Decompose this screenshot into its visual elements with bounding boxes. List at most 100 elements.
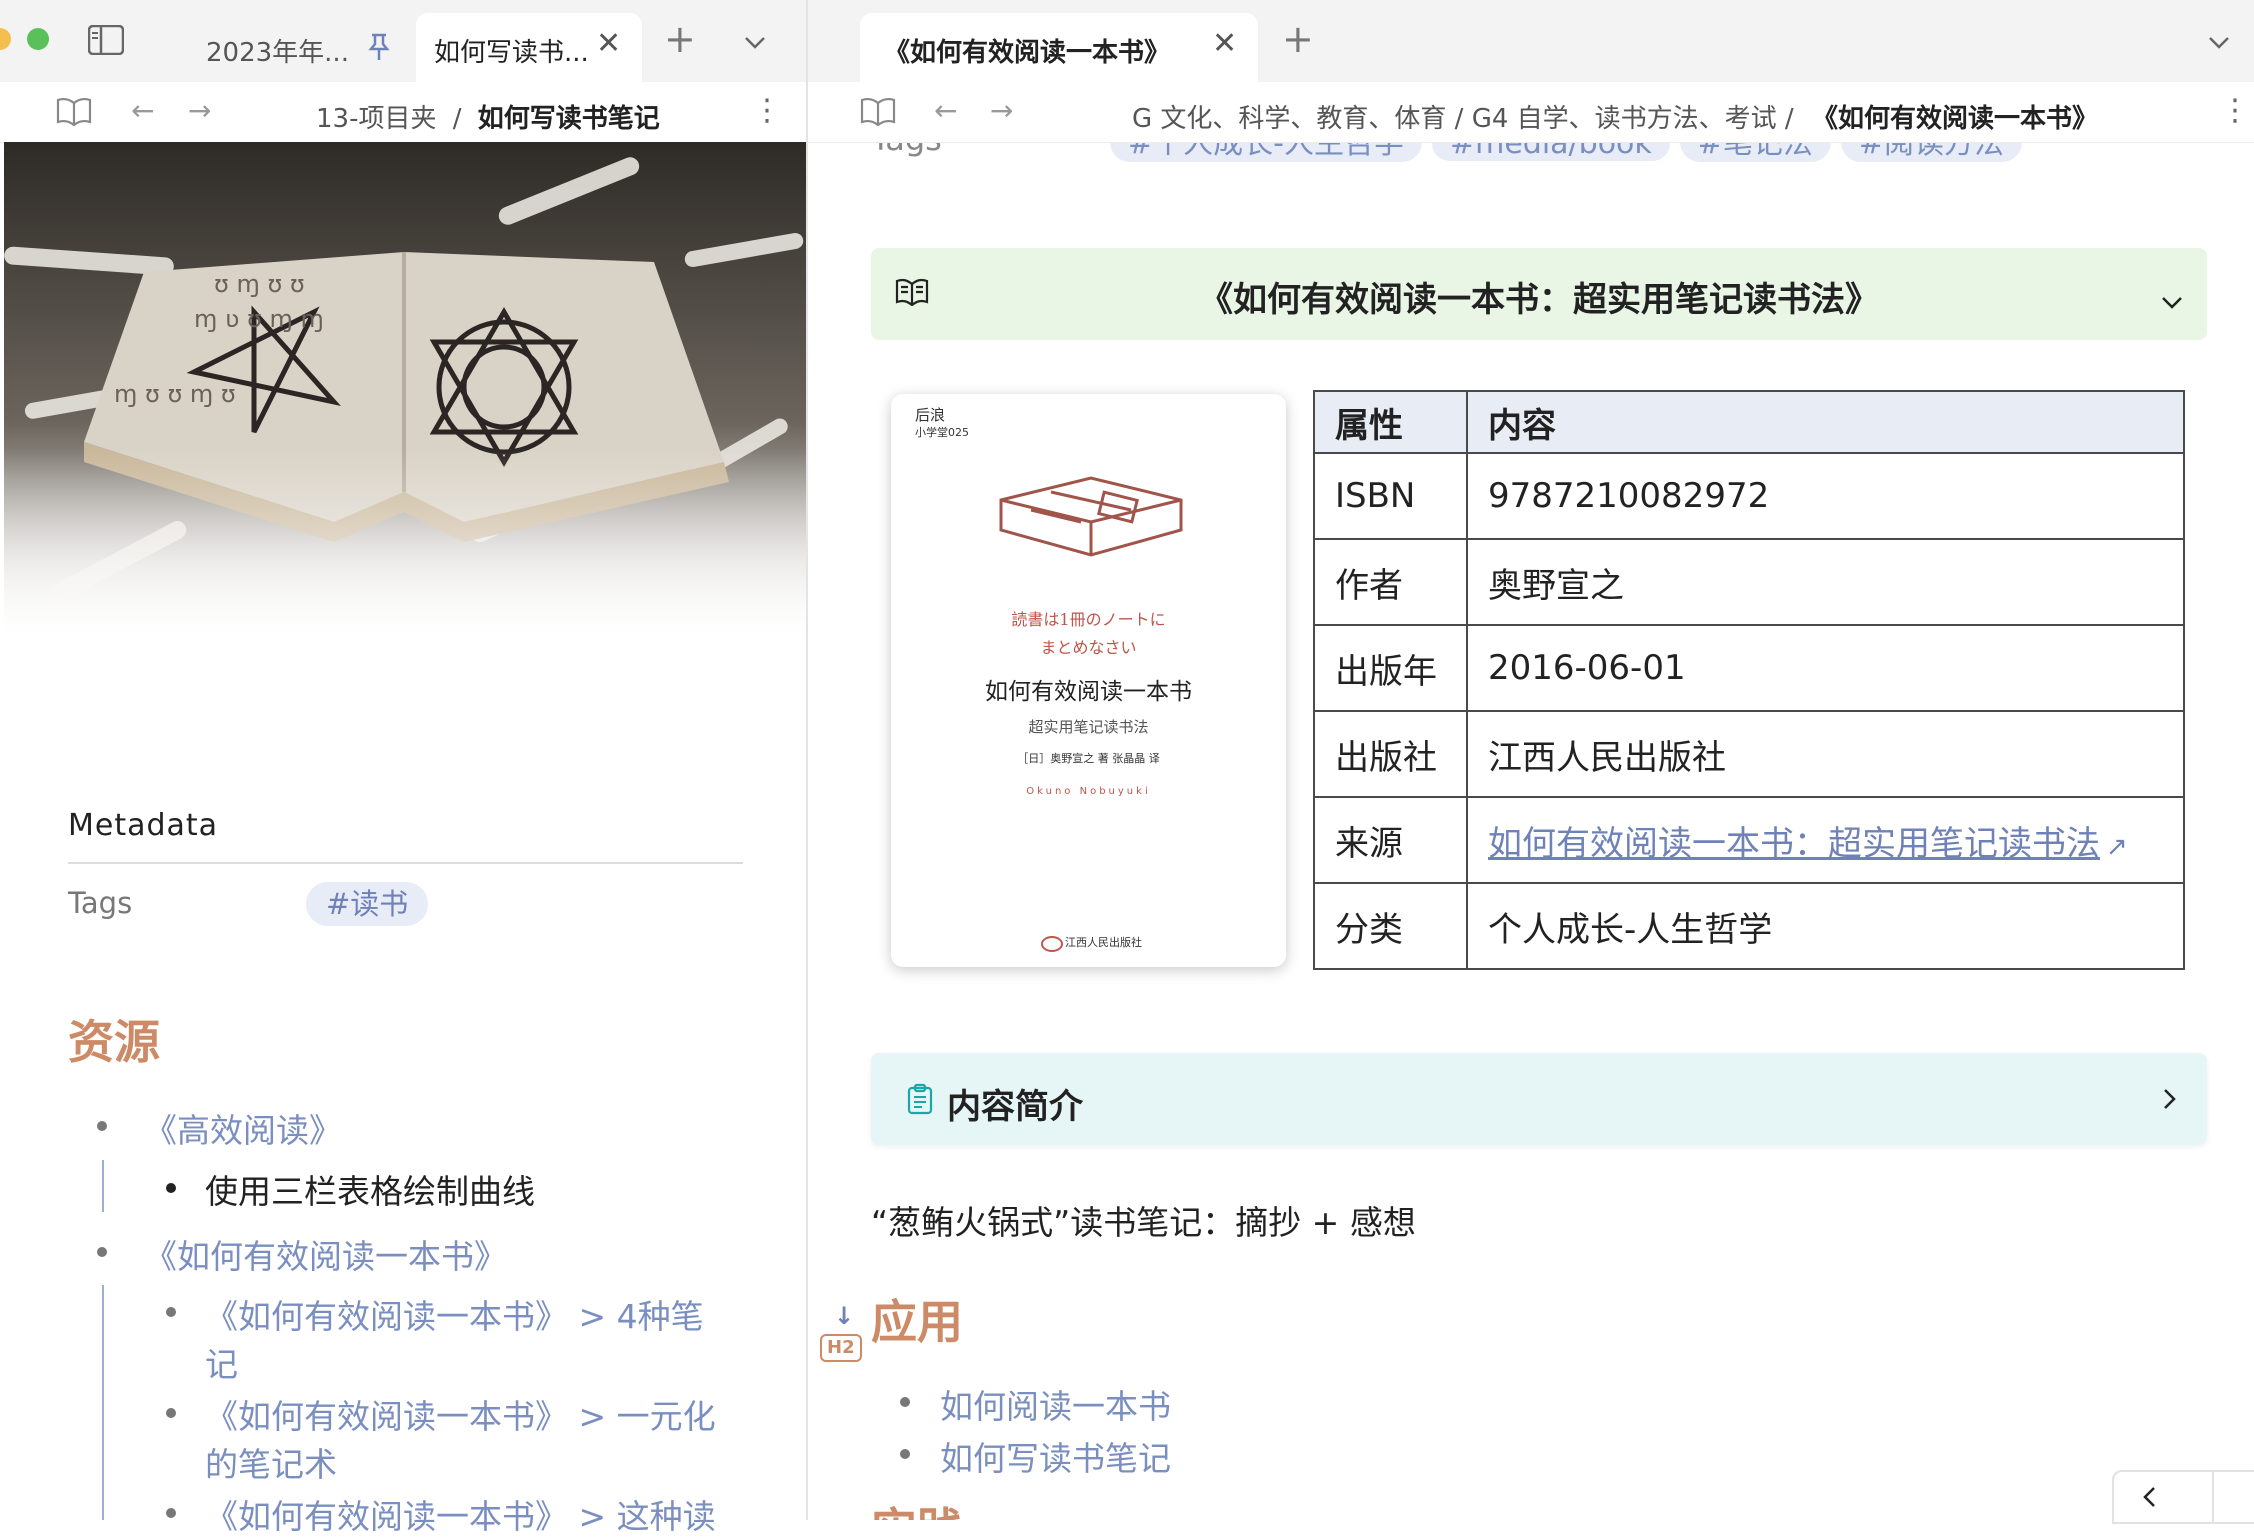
heading-collapse-arrow-icon[interactable]: ↓ <box>834 1302 854 1330</box>
table-cell-key: 出版年 <box>1313 624 1468 712</box>
list-bullet <box>166 1307 176 1317</box>
back-arrow-icon[interactable]: ← <box>934 96 957 126</box>
table-cell-value: 如何有效阅读一本书：超实用笔记读书法 ↗ <box>1466 796 2185 884</box>
breadcrumb-current[interactable]: 如何写读书笔记 <box>478 104 660 134</box>
more-options-icon[interactable]: ⋮ <box>752 96 782 126</box>
next-section-heading: 实践 <box>871 1500 963 1520</box>
list-bullet <box>166 1183 176 1193</box>
breadcrumb[interactable]: G 文化、科学、教育、体育 / G4 自学、读书方法、考试 / 《如何有效阅读一… <box>1132 98 2098 135</box>
body-paragraph: “葱鲔火锅式”读书笔记：摘抄 + 感想 <box>871 1203 1416 1242</box>
tag-pill[interactable]: #读书 <box>306 882 429 926</box>
chevron-down-icon[interactable] <box>744 26 766 56</box>
chevron-down-icon[interactable] <box>2161 286 2183 316</box>
section-heading: 应用 <box>871 1295 963 1349</box>
table-header-row: 属性 内容 <box>1313 390 2185 454</box>
close-icon[interactable]: ✕ <box>1212 29 1237 59</box>
list-item-link[interactable]: 《如何有效阅读一本书》 > 4种笔 <box>205 1290 704 1338</box>
indent-guide <box>102 1285 104 1520</box>
table-cell-value: 江西人民出版社 <box>1466 710 2185 798</box>
chevron-right-icon[interactable] <box>2163 1086 2177 1116</box>
tab-book[interactable]: 《如何有效阅读一本书》 ✕ <box>860 13 1258 82</box>
forward-arrow-icon[interactable]: → <box>990 96 1013 126</box>
forward-arrow-icon[interactable]: → <box>188 96 211 126</box>
table-cell-key: 分类 <box>1313 882 1468 970</box>
cover-authors: ［日］奥野宣之 著 张晶晶 译 <box>1017 752 1160 765</box>
breadcrumb-path[interactable]: G 文化、科学、教育、体育 / G4 自学、读书方法、考试 / <box>1132 104 1794 134</box>
book-callout-header[interactable]: 《如何有效阅读一本书：超实用笔记读书法》 <box>871 248 2207 340</box>
list-bullet <box>97 1247 107 1257</box>
source-link[interactable]: 如何有效阅读一本书：超实用笔记读书法 <box>1488 824 2100 864</box>
list-item-link[interactable]: 《如何有效阅读一本书》 <box>144 1230 507 1278</box>
close-icon[interactable]: ✕ <box>596 29 621 59</box>
table-cell-value: 奥野宣之 <box>1466 538 2185 626</box>
page-nav-widget[interactable] <box>2112 1470 2254 1524</box>
indent-guide <box>102 1160 104 1212</box>
table-row: ISBN 9787210082972 <box>1313 452 2185 540</box>
table-cell-value: 个人成长-人生哲学 <box>1466 882 2185 970</box>
cover-jp-line1: 読書は1冊のノートに <box>1011 610 1166 629</box>
tags-label: Tags <box>68 886 133 920</box>
clipboard-icon <box>907 1083 933 1121</box>
tab-label: 《如何有效阅读一本书》 <box>884 38 1171 68</box>
new-tab-icon[interactable]: + <box>1282 20 1314 58</box>
table-cell-key: 来源 <box>1313 796 1468 884</box>
breadcrumb[interactable]: 13-项目夹 / 如何写读书笔记 <box>316 98 660 135</box>
back-arrow-icon[interactable]: ← <box>131 96 154 126</box>
list-item-link[interactable]: 记 <box>205 1338 238 1386</box>
publisher-logo-icon <box>1041 936 1063 952</box>
table-header-cell: 属性 <box>1313 390 1468 454</box>
table-row: 来源 如何有效阅读一本书：超实用笔记读书法 ↗ <box>1313 796 2185 884</box>
old-book-icon <box>999 476 1183 557</box>
section-heading: 资源 <box>68 1015 160 1069</box>
cover-title: 如何有效阅读一本书 <box>985 679 1192 705</box>
properties-table: 属性 内容 ISBN 9787210082972 作者 奥野宣之 出版年 201… <box>1313 390 2185 970</box>
chevron-down-icon[interactable] <box>2208 26 2230 56</box>
list-item-link[interactable]: 的笔记术 <box>205 1438 337 1486</box>
cover-romaji: Okuno Nobuyuki <box>1026 786 1151 797</box>
summary-callout-header[interactable]: 内容简介 <box>871 1053 2207 1145</box>
tab-how-to-write-notes[interactable]: 如何写读书... ✕ <box>416 13 642 82</box>
breadcrumb-current[interactable]: 《如何有效阅读一本书》 <box>1812 104 2098 134</box>
list-item-link[interactable]: 《如何有效阅读一本书》 > 一元化 <box>205 1390 716 1438</box>
more-options-icon[interactable]: ⋮ <box>2220 96 2250 126</box>
reading-mode-icon[interactable] <box>860 96 896 132</box>
list-bullet <box>900 1449 910 1459</box>
tab-label: 如何写读书... <box>434 38 589 68</box>
list-item: 使用三栏表格绘制曲线 <box>205 1172 535 1211</box>
list-item-link[interactable]: 如何阅读一本书 <box>940 1380 1171 1428</box>
new-tab-icon[interactable]: + <box>664 20 696 58</box>
right-nav-bar-overlay: ← → G 文化、科学、教育、体育 / G4 自学、读书方法、考试 / 《如何有… <box>808 82 2254 142</box>
list-item-link[interactable]: 《高效阅读》 <box>144 1104 342 1152</box>
table-cell-value: 9787210082972 <box>1466 452 2185 540</box>
pin-icon[interactable] <box>366 32 392 68</box>
heading-level-badge: H2 <box>820 1334 862 1362</box>
table-cell-key: ISBN <box>1313 452 1468 540</box>
breadcrumb-folder[interactable]: 13-项目夹 <box>316 104 436 134</box>
left-nav-bar: ← → 13-项目夹 / 如何写读书笔记 ⋮ <box>0 82 806 143</box>
book-callout-title: 《如何有效阅读一本书：超实用笔记读书法》 <box>1199 280 1879 320</box>
list-item-link[interactable]: 《如何有效阅读一本书》 > 这种读 <box>205 1490 716 1538</box>
list-bullet <box>97 1121 107 1131</box>
chevron-left-icon[interactable] <box>2142 1486 2156 1512</box>
table-cell-key: 出版社 <box>1313 710 1468 798</box>
metadata-divider <box>68 862 743 864</box>
tab-2023[interactable]: 2023年年... <box>188 13 408 82</box>
pane-divider[interactable] <box>806 0 808 1520</box>
reading-mode-icon[interactable] <box>56 96 92 132</box>
banner-image: ʊ ɱ ʊ ʊ ɱ ʋ ʊ ɱ ɱ ɱ ʊ ʊ ɱ ʊ <box>4 142 806 652</box>
list-item-link[interactable]: 如何写读书笔记 <box>940 1432 1171 1480</box>
external-link-icon: ↗ <box>2106 831 2128 862</box>
metadata-heading: Metadata <box>68 808 219 843</box>
breadcrumb-separator: / <box>452 104 462 134</box>
summary-callout-title: 内容简介 <box>947 1087 1083 1127</box>
list-bullet <box>166 1508 176 1518</box>
table-header-cell: 内容 <box>1466 390 2185 454</box>
list-bullet <box>900 1397 910 1407</box>
list-bullet <box>166 1408 176 1418</box>
table-row: 分类 个人成长-人生哲学 <box>1313 882 2185 970</box>
sidebar-toggle-icon[interactable] <box>87 24 125 61</box>
table-cell-key: 作者 <box>1313 538 1468 626</box>
table-row: 出版年 2016-06-01 <box>1313 624 2185 712</box>
table-row: 出版社 江西人民出版社 <box>1313 710 2185 798</box>
window-zoom-button[interactable] <box>27 28 49 50</box>
